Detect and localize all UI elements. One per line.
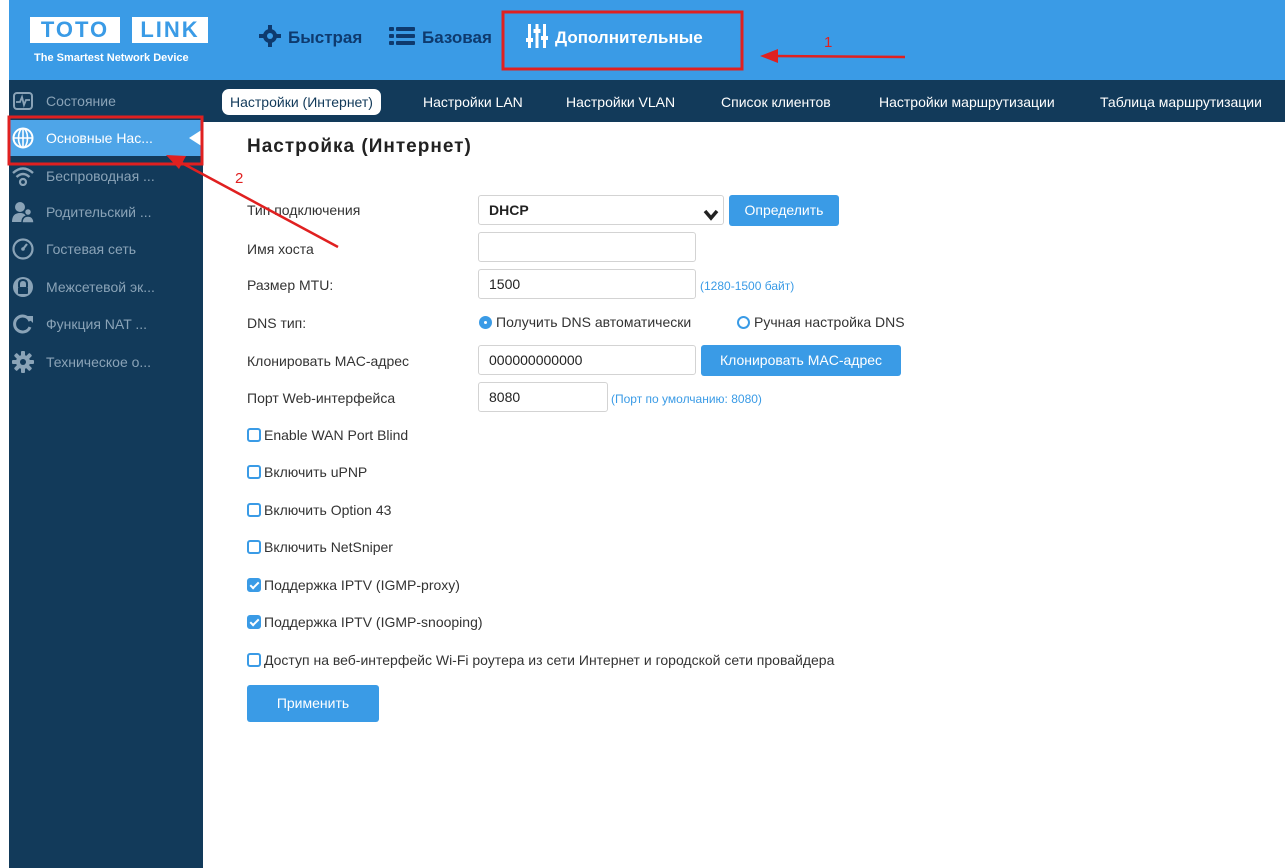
mode-basic-label: Базовая xyxy=(422,28,492,47)
dns-type-label: DNS тип: xyxy=(247,315,307,331)
checkbox-iptv-igmp-proxy[interactable]: Поддержка IPTV (IGMP-proxy) xyxy=(247,577,460,593)
sidebar-item-guest[interactable]: Гостевая сеть xyxy=(9,231,203,267)
web-port-input[interactable]: 8080 xyxy=(478,382,608,412)
sidebar-item-basic-settings[interactable]: Основные Нас... xyxy=(9,120,203,156)
sidebar-item-label: Функция NAT ... xyxy=(46,316,148,332)
sidebar-item-status[interactable]: Состояние xyxy=(9,83,203,119)
sidebar-item-label: Техническое о... xyxy=(46,354,152,370)
sidebar-item-wireless[interactable]: Беспроводная ... xyxy=(9,158,203,194)
mtu-label: Размер MTU: xyxy=(247,277,334,293)
sidebar-item-maintenance[interactable]: Техническое о... xyxy=(9,344,203,380)
mode-quick-label: Быстрая xyxy=(288,28,363,47)
totolink-logo: TOTO LINK The Smartest Network Device xyxy=(14,8,210,68)
checkbox-icon xyxy=(247,653,261,667)
sidebar-item-label: Гостевая сеть xyxy=(46,241,137,257)
checkbox-upnp[interactable]: Включить uPNP xyxy=(247,464,367,480)
wifi-icon xyxy=(12,165,34,187)
sidebar-item-label: Родительский ... xyxy=(46,204,152,220)
dns-manual-radio[interactable]: Ручная настройка DNS xyxy=(737,314,905,330)
connection-type-value: DHCP xyxy=(489,202,529,218)
logo-word-link: LINK xyxy=(132,17,208,43)
detect-button[interactable]: Определить xyxy=(729,195,839,226)
hostname-input[interactable] xyxy=(478,232,696,262)
pulse-icon xyxy=(12,90,34,112)
list-icon xyxy=(389,26,415,51)
checkbox-label: Включить NetSniper xyxy=(264,539,393,555)
sidebar-item-parental[interactable]: Родительский ... xyxy=(9,194,203,230)
checkbox-checked-icon xyxy=(247,615,261,629)
router-admin-page: TOTO LINK The Smartest Network Device Бы… xyxy=(0,0,1285,868)
connection-type-label: Тип подключения xyxy=(247,202,361,218)
checkbox-wan-port-blind[interactable]: Enable WAN Port Blind xyxy=(247,427,408,443)
connection-type-select[interactable]: DHCP xyxy=(478,195,724,225)
sliders-icon xyxy=(526,23,548,53)
checkbox-icon xyxy=(247,540,261,554)
active-caret-icon xyxy=(189,129,203,147)
mode-quick-button[interactable]: Быстрая xyxy=(259,22,362,54)
gear-icon xyxy=(12,351,34,373)
radio-unselected-icon xyxy=(737,315,750,329)
dns-auto-radio[interactable]: Получить DNS автоматически xyxy=(479,314,691,330)
annotation-marker-2: 2 xyxy=(235,170,244,187)
tab-internet[interactable]: Настройки (Интернет) xyxy=(222,89,381,115)
web-port-label: Порт Web-интерфейса xyxy=(247,390,396,406)
mode-basic-button[interactable]: Базовая xyxy=(389,22,492,54)
checkbox-label: Поддержка IPTV (IGMP-snooping) xyxy=(264,614,483,630)
mode-advanced-label: Дополнительные xyxy=(555,28,703,47)
mode-advanced-button[interactable]: Дополнительные xyxy=(526,22,703,54)
hostname-label: Имя хоста xyxy=(247,241,314,257)
logo-word-toto: TOTO xyxy=(30,17,120,43)
logo-tagline: The Smartest Network Device xyxy=(34,52,189,64)
dns-auto-label: Получить DNS автоматически xyxy=(496,314,692,330)
checkbox-icon xyxy=(247,465,261,479)
sidebar-item-firewall[interactable]: Межсетевой эк... xyxy=(9,269,203,305)
parental-icon xyxy=(12,201,34,223)
chevron-down-icon xyxy=(703,203,719,231)
sidebar-item-label: Состояние xyxy=(46,93,116,109)
mtu-hint: (1280-1500 байт) xyxy=(700,279,795,293)
mac-clone-label: Клонировать MAC-адрес xyxy=(247,353,410,369)
sidebar-item-label: Основные Нас... xyxy=(46,130,153,146)
checkbox-iptv-igmp-snooping[interactable]: Поддержка IPTV (IGMP-snooping) xyxy=(247,614,483,630)
globe-icon xyxy=(12,127,34,149)
checkbox-label: Enable WAN Port Blind xyxy=(264,427,409,443)
tab-lan[interactable]: Настройки LAN xyxy=(415,89,531,115)
tab-client-list[interactable]: Список клиентов xyxy=(713,89,839,115)
mac-address-input[interactable]: 000000000000 xyxy=(478,345,696,375)
sidebar: Состояние Основные Нас... Беспроводная .… xyxy=(9,80,203,868)
checkbox-label: Включить Option 43 xyxy=(264,502,392,518)
sidebar-item-label: Межсетевой эк... xyxy=(46,279,155,295)
checkbox-option43[interactable]: Включить Option 43 xyxy=(247,502,391,518)
radio-selected-icon xyxy=(479,315,492,329)
checkbox-icon xyxy=(247,428,261,442)
refresh-icon xyxy=(12,313,34,335)
checkbox-netsniper[interactable]: Включить NetSniper xyxy=(247,539,393,555)
gear-icon xyxy=(259,24,281,52)
sidebar-item-nat[interactable]: Функция NAT ... xyxy=(9,306,203,342)
clone-mac-button[interactable]: Клонировать MAC-адрес xyxy=(701,345,901,376)
dns-manual-label: Ручная настройка DNS xyxy=(754,314,905,330)
lock-icon xyxy=(12,276,34,298)
gauge-icon xyxy=(12,238,34,260)
apply-button[interactable]: Применить xyxy=(247,685,379,722)
tab-vlan[interactable]: Настройки VLAN xyxy=(558,89,683,115)
checkbox-icon xyxy=(247,503,261,517)
annotation-marker-1: 1 xyxy=(824,34,833,51)
checkbox-label: Поддержка IPTV (IGMP-proxy) xyxy=(264,577,460,593)
checkbox-label: Включить uPNP xyxy=(264,464,368,480)
tab-routing-table[interactable]: Таблица маршрутизации xyxy=(1092,89,1270,115)
tab-routing-settings[interactable]: Настройки маршрутизации xyxy=(871,89,1063,115)
checkbox-label: Доступ на веб-интерфейс Wi-Fi роутера из… xyxy=(264,652,835,668)
top-bar: TOTO LINK The Smartest Network Device Бы… xyxy=(9,0,1285,80)
checkbox-checked-icon xyxy=(247,578,261,592)
tab-bar: Настройки (Интернет) Настройки LAN Настр… xyxy=(203,80,1285,122)
sidebar-item-label: Беспроводная ... xyxy=(46,168,155,184)
mtu-input[interactable]: 1500 xyxy=(478,269,696,299)
page-title: Настройка (Интернет) xyxy=(247,136,472,157)
checkbox-remote-web-access[interactable]: Доступ на веб-интерфейс Wi-Fi роутера из… xyxy=(247,652,834,668)
web-port-hint: (Порт по умолчанию: 8080) xyxy=(611,392,762,406)
